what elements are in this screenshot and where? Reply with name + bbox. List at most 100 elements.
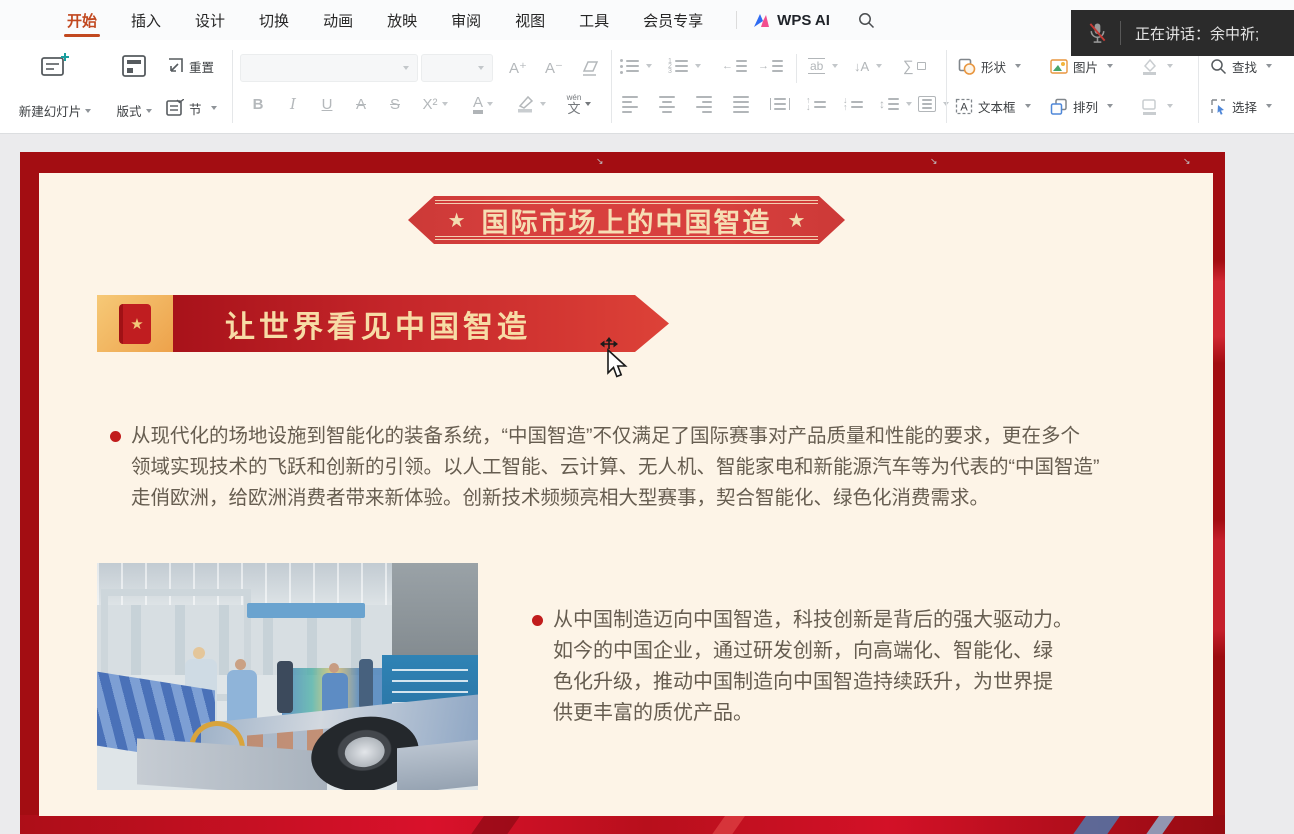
- clear-format-button[interactable]: [576, 54, 606, 82]
- bold-button[interactable]: B: [244, 90, 272, 118]
- new-slide-button[interactable]: 新建幻灯片: [6, 48, 104, 126]
- tab-slideshow[interactable]: 放映: [370, 0, 434, 40]
- search-icon[interactable]: [858, 12, 875, 29]
- insert-dialog-launcher-icon[interactable]: ↘: [1183, 156, 1191, 167]
- shape-fill-button[interactable]: [1140, 52, 1173, 80]
- text-direction-button[interactable]: ↓A: [854, 52, 882, 80]
- find-button[interactable]: 查找: [1210, 52, 1272, 80]
- chevron-down-icon: [1167, 64, 1173, 68]
- italic-button[interactable]: I: [279, 90, 307, 118]
- shapes-button[interactable]: 形状: [958, 52, 1021, 80]
- phonetic-label: 文: [567, 102, 580, 115]
- numbered-list-button[interactable]: 123: [668, 52, 701, 80]
- align-center-button[interactable]: [659, 90, 675, 118]
- chevron-down-icon: [1266, 64, 1272, 68]
- bullet-list-button[interactable]: [620, 52, 652, 80]
- textbox-button[interactable]: A 文本框: [955, 92, 1031, 120]
- tab-view[interactable]: 视图: [498, 0, 562, 40]
- toolbar-divider: [232, 50, 233, 123]
- text-valign-button[interactable]: [918, 90, 949, 118]
- body-textbox-2[interactable]: 从中国制造迈向中国智造，科技创新是背后的强大驱动力。 如今的中国企业，通过研发创…: [532, 605, 1073, 729]
- increase-indent-button[interactable]: →: [758, 52, 783, 80]
- tab-transition[interactable]: 切换: [242, 0, 306, 40]
- wps-ai-label: WPS AI: [777, 12, 830, 29]
- frame-streak: [712, 815, 745, 834]
- shapes-icon: [958, 58, 976, 75]
- photo-person-head: [329, 663, 339, 673]
- highlight-color-button[interactable]: [509, 90, 553, 118]
- distribute-text-button[interactable]: [770, 90, 790, 118]
- photo-wheel-hub: [343, 734, 387, 769]
- reset-label: 重置: [189, 57, 214, 76]
- char-border-button[interactable]: ab: [808, 52, 838, 80]
- font-color-button[interactable]: A: [461, 90, 505, 118]
- superscript-button[interactable]: X²: [413, 90, 457, 118]
- layout-button[interactable]: 版式: [106, 48, 162, 126]
- space-after-button[interactable]: ↓↑: [843, 90, 863, 118]
- wps-ai-button[interactable]: WPS AI: [753, 12, 830, 29]
- voice-call-banner[interactable]: 正在讲话：余中祈;: [1071, 10, 1294, 56]
- line-spacing-button[interactable]: ↕: [879, 90, 912, 118]
- merge-shapes-button[interactable]: ∑: [903, 52, 926, 80]
- tab-review[interactable]: 审阅: [434, 0, 498, 40]
- section-button[interactable]: 节: [165, 94, 217, 122]
- char-spacing-button[interactable]: A: [347, 90, 375, 118]
- tab-insert[interactable]: 插入: [114, 0, 178, 40]
- font-name-select[interactable]: [240, 54, 418, 82]
- font-dialog-launcher-icon[interactable]: ↘: [596, 156, 604, 167]
- tab-tools[interactable]: 工具: [562, 0, 626, 40]
- new-slide-icon: [40, 52, 70, 80]
- tab-animation[interactable]: 动画: [306, 0, 370, 40]
- reset-button[interactable]: 重置: [165, 52, 214, 80]
- slide-subtitle: 让世界看见中国智造: [225, 302, 617, 346]
- body-textbox-1[interactable]: 从现代化的场地设施到智能化的装备系统，“中国智造”不仅满足了国际赛事对产品质量和…: [110, 421, 1100, 514]
- align-left-button[interactable]: [622, 90, 638, 118]
- underline-button[interactable]: U: [313, 90, 341, 118]
- photo-hanging-sign: [247, 603, 365, 618]
- highlighter-icon: [516, 95, 536, 113]
- chevron-down-icon: [1025, 104, 1031, 108]
- slide-canvas[interactable]: ★ 国际市场上的中国智造 ★ ★ 让世界看见中国智造 从现代化的场地设施到智能化…: [0, 134, 1294, 834]
- arrange-button[interactable]: 排列: [1050, 92, 1113, 120]
- textbox-icon: A: [955, 98, 973, 115]
- subtitle-gold-badge[interactable]: ★: [97, 295, 173, 352]
- phonetic-guide-button[interactable]: wén 文: [556, 90, 602, 118]
- chevron-down-icon: [211, 106, 217, 110]
- chevron-down-icon: [876, 64, 882, 68]
- decrease-indent-button[interactable]: ←: [722, 52, 747, 80]
- shapes-label: 形状: [981, 57, 1006, 76]
- picture-icon: [1050, 58, 1068, 75]
- toolbar-divider: [1198, 50, 1199, 123]
- justify-button[interactable]: [733, 90, 749, 118]
- align-right-button[interactable]: [696, 90, 712, 118]
- reset-icon: [165, 57, 184, 75]
- star-icon: ★: [788, 210, 806, 230]
- font-size-select[interactable]: [421, 54, 493, 82]
- chevron-down-icon: [1107, 64, 1113, 68]
- shape-outline-button[interactable]: [1140, 92, 1173, 120]
- slide-title-banner[interactable]: ★ 国际市场上的中国智造 ★: [408, 196, 845, 244]
- find-label: 查找: [1232, 57, 1257, 76]
- arrange-icon: [1050, 98, 1068, 115]
- star-icon: ★: [448, 210, 466, 230]
- exhibition-photo[interactable]: [97, 563, 478, 790]
- picture-button[interactable]: 图片: [1050, 52, 1113, 80]
- arrange-label: 排列: [1073, 97, 1098, 116]
- tab-member[interactable]: 会员专享: [626, 0, 720, 40]
- layout-icon: [120, 52, 148, 80]
- strikethrough-button[interactable]: S: [381, 90, 409, 118]
- tab-home[interactable]: 开始: [50, 0, 114, 40]
- slide-page[interactable]: ★ 国际市场上的中国智造 ★ ★ 让世界看见中国智造 从现代化的场地设施到智能化…: [39, 173, 1213, 816]
- increase-font-button[interactable]: A⁺: [502, 54, 534, 82]
- chevron-down-icon: [695, 64, 701, 68]
- space-before-button[interactable]: ↑↓: [806, 90, 826, 118]
- chevron-down-icon: [1266, 104, 1272, 108]
- select-button[interactable]: 选择: [1210, 92, 1272, 120]
- outline-color-icon: [1140, 98, 1158, 115]
- microphone-muted-icon: [1087, 21, 1108, 45]
- section-icon: [165, 99, 184, 117]
- tab-design[interactable]: 设计: [178, 0, 242, 40]
- fill-color-icon: [1140, 58, 1158, 75]
- decrease-font-button[interactable]: A⁻: [538, 54, 570, 82]
- paragraph-dialog-launcher-icon[interactable]: ↘: [930, 156, 938, 167]
